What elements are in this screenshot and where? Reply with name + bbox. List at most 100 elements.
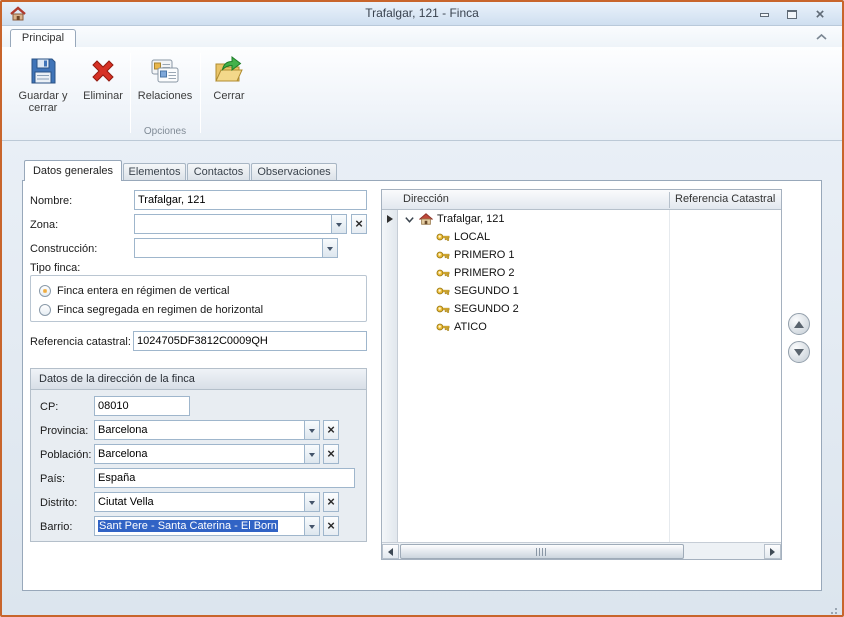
tree-row[interactable]: ATICO	[399, 318, 781, 336]
column-divider[interactable]	[669, 192, 670, 208]
poblacion-clear-button[interactable]: ×	[323, 444, 339, 464]
resize-grip[interactable]	[835, 608, 837, 610]
construccion-combo[interactable]	[134, 238, 338, 258]
tree-row-label: PRIMERO 2	[454, 267, 515, 279]
delete-button[interactable]: Eliminar	[78, 51, 128, 123]
tree-row[interactable]: LOCAL	[399, 228, 781, 246]
ribbon: Guardar y cerrar Eliminar	[2, 47, 842, 141]
tab-observaciones[interactable]: Observaciones	[251, 163, 337, 180]
tree-row[interactable]: PRIMERO 1	[399, 246, 781, 264]
barrio-combo[interactable]: Sant Pere - Santa Caterina - El Born	[94, 516, 320, 536]
delete-x-icon	[87, 55, 119, 87]
poblacion-label: Población:	[40, 449, 91, 461]
clear-x-icon: ×	[327, 518, 335, 533]
key-icon	[436, 320, 450, 334]
distrito-combo[interactable]: Ciutat Vella	[94, 492, 320, 512]
construccion-dropdown-button[interactable]	[322, 239, 337, 257]
cp-label: CP:	[40, 401, 58, 413]
radio-finca-vertical-label: Finca entera en régimen de vertical	[57, 285, 229, 297]
poblacion-dropdown-button[interactable]	[304, 445, 319, 463]
save-and-close-button[interactable]: Guardar y cerrar	[14, 51, 72, 123]
zona-clear-button[interactable]: ×	[351, 214, 367, 234]
barrio-dropdown-button[interactable]	[304, 517, 319, 535]
tab-elementos[interactable]: Elementos	[123, 163, 186, 180]
chevron-down-icon	[309, 501, 315, 508]
pais-label: País:	[40, 473, 65, 485]
distrito-clear-button[interactable]: ×	[323, 492, 339, 512]
radio-finca-vertical[interactable]: Finca entera en régimen de vertical	[39, 284, 360, 298]
tree-row[interactable]: SEGUNDO 1	[399, 282, 781, 300]
key-icon	[436, 266, 450, 280]
tree-row[interactable]: SEGUNDO 2	[399, 300, 781, 318]
tree-row-label: PRIMERO 1	[454, 249, 515, 261]
ribbon-tab-principal[interactable]: Principal	[10, 29, 76, 48]
close-folder-icon	[213, 55, 245, 87]
tree-row-root[interactable]: Trafalgar, 121	[399, 210, 781, 228]
barrio-value: Sant Pere - Santa Caterina - El Born	[98, 520, 278, 532]
construccion-label: Construcción:	[30, 243, 97, 255]
arrow-down-icon	[794, 349, 804, 361]
relations-button[interactable]: Relaciones	[134, 51, 196, 123]
zona-value	[135, 215, 331, 233]
scroll-left-button[interactable]	[382, 544, 399, 559]
column-header-direccion[interactable]: Dirección	[399, 190, 667, 209]
barrio-clear-button[interactable]: ×	[323, 516, 339, 536]
tipo-finca-label: Tipo finca:	[30, 262, 80, 274]
title-bar[interactable]: Trafalgar, 121 - Finca ×	[2, 2, 842, 26]
poblacion-value: Barcelona	[95, 445, 304, 463]
ribbon-collapse-icon[interactable]	[815, 33, 828, 41]
maximize-icon	[787, 10, 797, 19]
tab-contactos[interactable]: Contactos	[187, 163, 250, 180]
key-icon	[436, 230, 450, 244]
chevron-down-icon	[309, 525, 315, 532]
provincia-combo[interactable]: Barcelona	[94, 420, 320, 440]
clear-x-icon: ×	[327, 494, 335, 509]
distrito-dropdown-button[interactable]	[304, 493, 319, 511]
pais-input[interactable]	[94, 468, 355, 488]
key-icon	[436, 302, 450, 316]
direccion-group-title: Datos de la dirección de la finca	[31, 369, 366, 390]
barrio-label: Barrio:	[40, 521, 72, 533]
chevron-down-icon	[309, 453, 315, 460]
chevron-down-icon	[309, 429, 315, 436]
provincia-dropdown-button[interactable]	[304, 421, 319, 439]
ribbon-group-caption: Opciones	[134, 126, 196, 137]
maximize-button[interactable]	[780, 7, 804, 22]
chevron-down-icon	[336, 223, 342, 230]
radio-finca-horizontal[interactable]: Finca segregada en regimen de horizontal	[39, 303, 360, 317]
nombre-input[interactable]	[134, 190, 367, 210]
referencia-catastral-input[interactable]	[133, 331, 367, 351]
close-icon: ×	[816, 8, 825, 21]
arrow-left-icon	[384, 548, 393, 556]
close-form-button[interactable]: Cerrar	[204, 51, 254, 123]
provincia-clear-button[interactable]: ×	[323, 420, 339, 440]
zona-dropdown-button[interactable]	[331, 215, 346, 233]
distrito-value: Ciutat Vella	[95, 493, 304, 511]
direccion-tree-grid: Dirección Referencia Catastral Trafalgar…	[381, 189, 782, 560]
chevron-expanded-icon[interactable]	[404, 214, 415, 225]
clear-x-icon: ×	[327, 446, 335, 461]
minimize-icon	[760, 13, 769, 17]
move-down-button[interactable]	[788, 341, 810, 363]
column-header-referencia[interactable]: Referencia Catastral	[671, 190, 781, 209]
tree-row-label: SEGUNDO 2	[454, 303, 519, 315]
arrow-up-icon	[794, 316, 804, 328]
move-up-button[interactable]	[788, 313, 810, 335]
relations-label: Relaciones	[134, 90, 196, 102]
scrollbar-thumb[interactable]	[400, 544, 684, 559]
horizontal-scrollbar[interactable]	[382, 542, 781, 559]
minimize-button[interactable]	[752, 7, 776, 22]
cp-input[interactable]	[94, 396, 190, 416]
clear-x-icon: ×	[327, 422, 335, 437]
key-icon	[436, 248, 450, 262]
grid-rows: Trafalgar, 121 LOCAL	[399, 210, 781, 542]
application-window: Trafalgar, 121 - Finca × Principal	[0, 0, 844, 617]
zona-combo[interactable]	[134, 214, 347, 234]
poblacion-combo[interactable]: Barcelona	[94, 444, 320, 464]
tab-datos-generales[interactable]: Datos generales	[24, 160, 122, 181]
tree-row[interactable]: PRIMERO 2	[399, 264, 781, 282]
delete-label: Eliminar	[78, 90, 128, 102]
close-button[interactable]: ×	[808, 7, 832, 22]
scroll-right-button[interactable]	[764, 544, 781, 559]
tree-row-label: Trafalgar, 121	[437, 213, 504, 225]
